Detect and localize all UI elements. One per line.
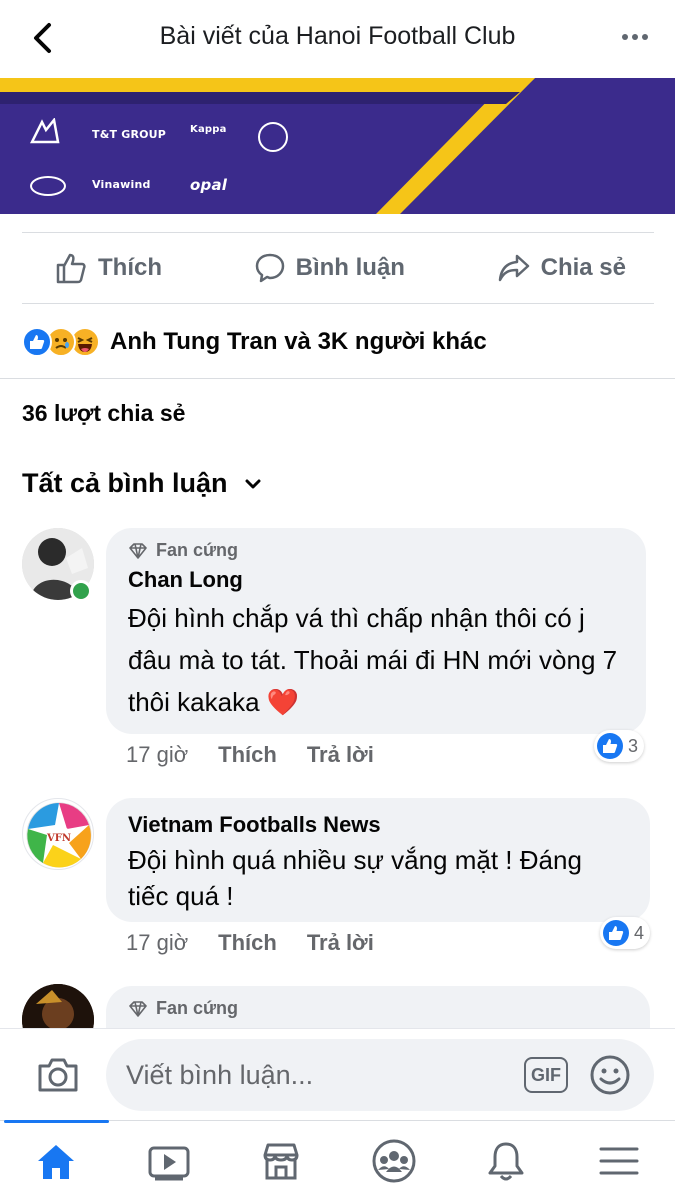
banner-graphic: [0, 78, 675, 214]
nav-watch[interactable]: [113, 1121, 226, 1200]
top-bar: Bài viết của Hanoi Football Club: [0, 0, 675, 78]
thumbs-up-icon: [56, 253, 86, 284]
smiley-icon: [590, 1055, 630, 1095]
comment-like-button[interactable]: Thích: [218, 742, 277, 768]
comment-text: Đội hình chắp vá thì chấp nhận thôi có j…: [128, 603, 618, 717]
comment-reply-button[interactable]: Trả lời: [307, 930, 374, 956]
heart-emoji: ❤️: [266, 687, 300, 717]
comment-bubble[interactable]: Fan cứng Chan Long Đội hình chắp vá thì …: [106, 528, 646, 734]
top-fan-badge: Fan cứng: [128, 540, 624, 561]
sponsor-logo-opal: opal: [190, 176, 228, 194]
diamond-icon: [129, 542, 147, 559]
sponsor-logo-oval: [30, 176, 66, 196]
like-button[interactable]: Thích: [54, 251, 162, 285]
bell-icon: [488, 1142, 524, 1180]
shares-count[interactable]: 36 lượt chia sẻ: [22, 400, 185, 427]
share-button[interactable]: Chia sẻ: [497, 252, 626, 284]
gif-button[interactable]: GIF: [524, 1057, 568, 1093]
like-reaction-icon: [22, 327, 52, 357]
comment-author[interactable]: Vietnam Footballs News: [128, 812, 628, 838]
comment-time: 17 giờ: [126, 930, 189, 955]
nav-groups[interactable]: [338, 1121, 451, 1200]
reactions-summary[interactable]: Anh Tung Tran và 3K người khác: [22, 322, 487, 362]
bottom-navigation: [0, 1120, 675, 1200]
share-icon: [498, 254, 529, 282]
divider: [0, 378, 675, 379]
sponsor-logo-tt-group: T&T GROUP: [92, 128, 167, 141]
comment-author[interactable]: Chan Long: [128, 567, 624, 593]
reactions-text: Anh Tung Tran và 3K người khác: [110, 328, 487, 355]
page-title: Bài viết của Hanoi Football Club: [159, 22, 516, 50]
post-image-banner[interactable]: T&T GROUP Kappa Vinawind opal: [0, 78, 675, 214]
diamond-icon: [129, 1000, 147, 1017]
comment-meta: 17 giờ Thích Trả lời: [126, 742, 374, 768]
nav-home[interactable]: [0, 1120, 113, 1200]
comment-bubble[interactable]: Vietnam Footballs News Đội hình quá nhiề…: [106, 798, 650, 922]
comment-like-button[interactable]: Thích: [218, 930, 277, 956]
nav-menu[interactable]: [563, 1121, 675, 1200]
marketplace-icon: [263, 1143, 299, 1179]
comment-reply-button[interactable]: Trả lời: [307, 742, 374, 768]
emoji-button[interactable]: [588, 1053, 632, 1097]
share-label: Chia sẻ: [540, 254, 626, 281]
club-crest-icon: [258, 122, 288, 152]
comment-sort-label: Tất cả bình luận: [22, 468, 228, 498]
nav-marketplace[interactable]: [225, 1121, 338, 1200]
post-actions: Thích Bình luận Chia sẻ: [22, 232, 654, 304]
top-fan-badge: Fan cứng: [128, 998, 628, 1019]
comment-meta: 17 giờ Thích Trả lời: [126, 930, 374, 956]
nav-notifications[interactable]: [450, 1121, 563, 1200]
menu-icon: [599, 1147, 639, 1174]
comment-input[interactable]: [106, 1039, 654, 1111]
sponsor-logo-kappa: Kappa: [190, 124, 227, 135]
watch-icon: [148, 1146, 190, 1180]
avatar[interactable]: VFN: [22, 798, 94, 870]
sponsor-logo-vinawind: Vinawind: [92, 178, 151, 191]
comment-like-count[interactable]: 4: [600, 917, 651, 949]
home-icon: [38, 1144, 75, 1179]
vfn-logo-text: VFN: [46, 833, 71, 844]
comment-composer: GIF: [0, 1028, 675, 1120]
comment-sort-dropdown[interactable]: Tất cả bình luận: [22, 468, 262, 499]
like-reaction-icon: [603, 920, 629, 946]
online-status-indicator: [70, 580, 92, 602]
like-reaction-icon: [597, 733, 623, 759]
more-horizontal-icon: [622, 34, 628, 40]
comment-time: 17 giờ: [126, 742, 189, 767]
comment-like-count[interactable]: 3: [594, 730, 645, 762]
groups-icon: [372, 1139, 416, 1182]
comment-label: Bình luận: [295, 254, 405, 281]
comment-icon: [255, 253, 284, 283]
like-label: Thích: [98, 254, 162, 281]
camera-icon: [38, 1058, 78, 1092]
camera-button[interactable]: [34, 1051, 82, 1099]
comment-button[interactable]: Bình luận: [254, 252, 405, 284]
chevron-down-icon: [245, 479, 261, 488]
comment-text: Đội hình quá nhiều sự vắng mặt ! Đáng ti…: [128, 845, 582, 911]
more-options-button[interactable]: [617, 24, 653, 50]
